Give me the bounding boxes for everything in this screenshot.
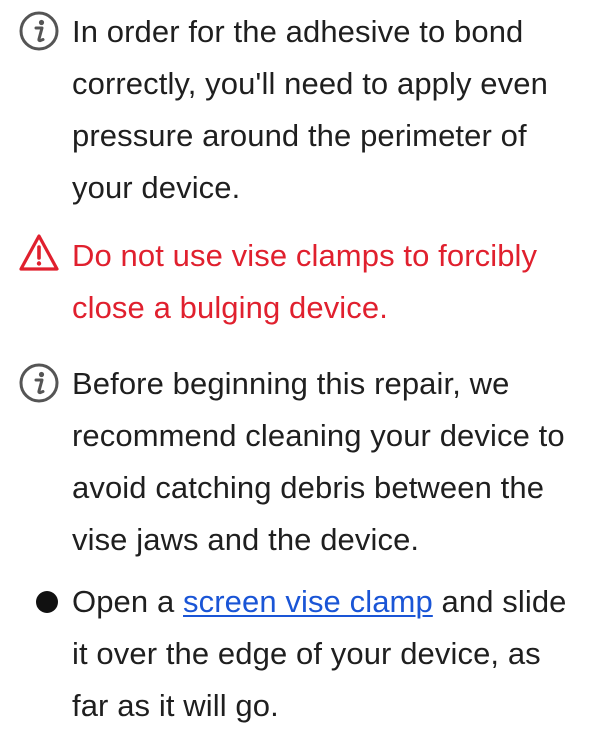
note-line: correctly, you'll need to apply even	[72, 66, 548, 101]
caution-note: Do not use vise clamps to forcibly close…	[0, 224, 612, 334]
bullet-line: it over the edge of your device, as	[72, 636, 541, 671]
note-line: Do not use vise clamps to forcibly	[72, 238, 538, 273]
caution-note-text: Do not use vise clamps to forcibly close…	[72, 230, 602, 334]
note-line: pressure around the perimeter of	[72, 118, 527, 153]
note-line: recommend cleaning your device to	[72, 418, 565, 453]
bullet-dot	[36, 591, 58, 613]
note-line: In order for the adhesive to bond	[72, 14, 524, 49]
info-note-1: In order for the adhesive to bond correc…	[0, 0, 612, 205]
note-line: vise jaws and the device.	[72, 522, 420, 557]
bullet-text-end: and slide	[432, 584, 567, 619]
info-icon	[19, 11, 59, 51]
note-line: avoid catching debris between the	[72, 470, 545, 505]
bullet-line: far as it will go.	[72, 688, 279, 723]
caution-triangle-icon	[19, 234, 59, 271]
screen-vise-clamp-link[interactable]: screen vise clamp	[183, 584, 433, 619]
info-note-text: In order for the adhesive to bond correc…	[72, 6, 602, 214]
note-line: Before beginning this repair, we	[72, 366, 510, 401]
info-icon	[19, 363, 59, 403]
bullet-text: Open a screen vise clamp and slide it ov…	[72, 576, 602, 732]
bullet-text-start: Open a	[72, 584, 184, 619]
note-line: close a bulging device.	[72, 290, 388, 325]
info-note-2: Before beginning this repair, we recomme…	[0, 354, 612, 564]
bullet-step: Open a screen vise clamp and slide it ov…	[0, 578, 612, 723]
info-note-text: Before beginning this repair, we recomme…	[72, 358, 602, 566]
bullet-line: Open a screen vise clamp and slide	[72, 576, 602, 628]
note-line: your device.	[72, 170, 241, 205]
